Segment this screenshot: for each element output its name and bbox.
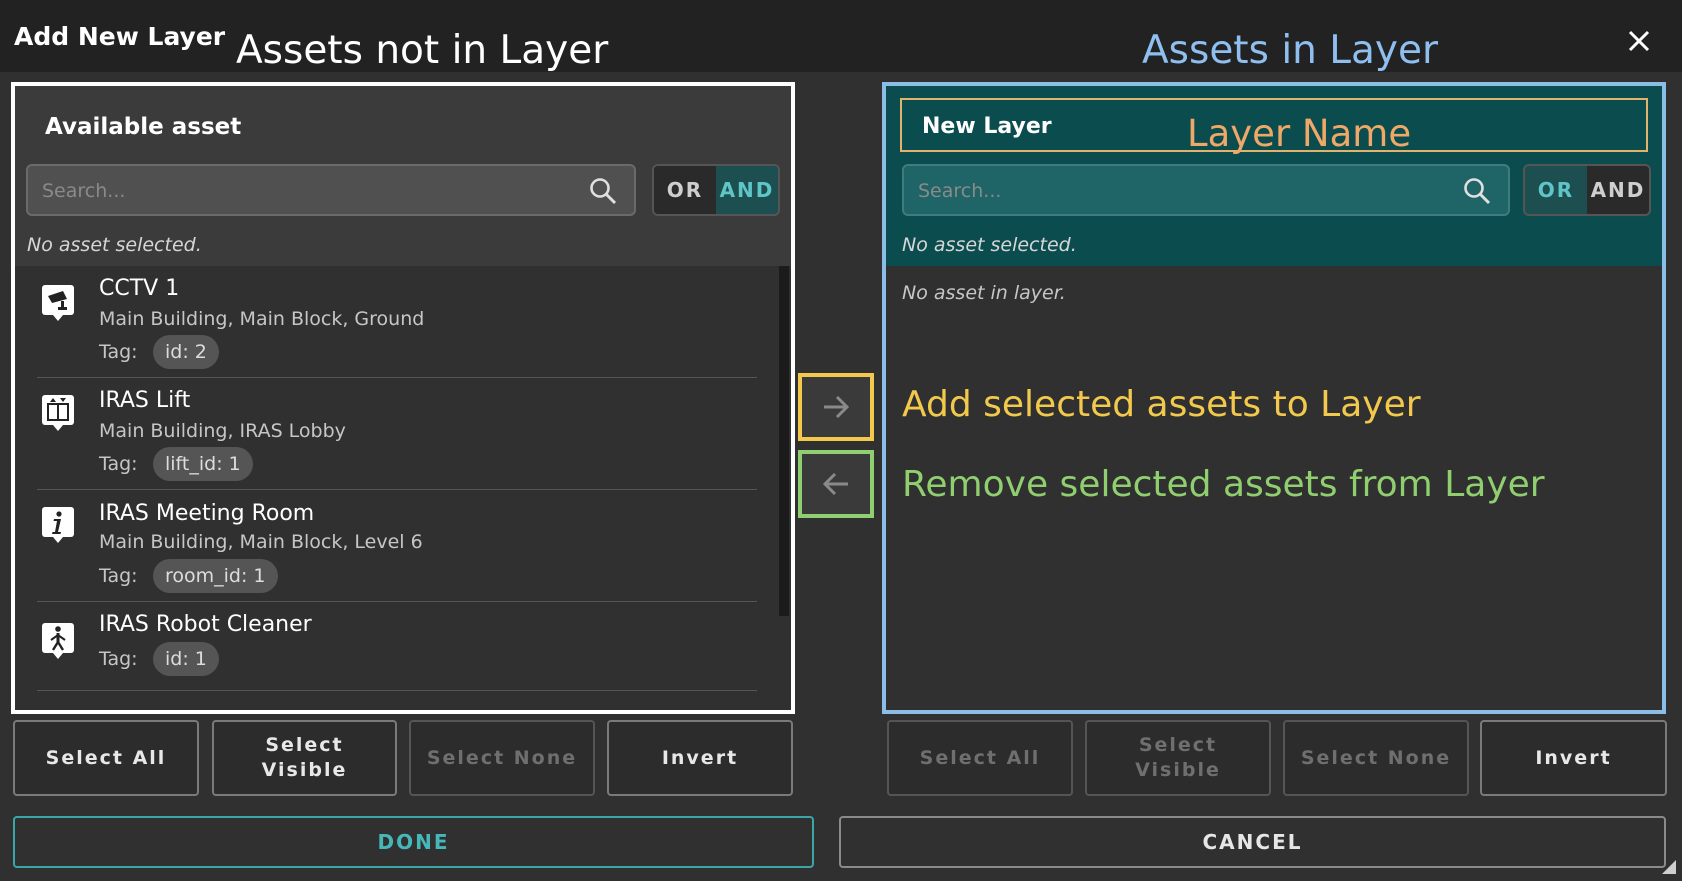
available-assets-filter-toggle: OR AND — [652, 164, 780, 216]
asset-name: CCTV 1 — [99, 276, 179, 301]
right-select-none-button[interactable]: Select None — [1283, 720, 1469, 796]
right-select-all-button[interactable]: Select All — [887, 720, 1073, 796]
available-assets-search-input[interactable] — [40, 166, 584, 216]
list-divider — [37, 690, 757, 691]
annotation-add-assets: Add selected assets to Layer — [902, 384, 1421, 425]
layer-assets-search — [902, 164, 1510, 216]
asset-tag-chip: id: 1 — [153, 642, 219, 676]
info-icon — [41, 506, 75, 544]
left-select-visible-button[interactable]: Select Visible — [212, 720, 397, 796]
or-toggle-button[interactable]: OR — [654, 166, 716, 214]
list-item[interactable]: IRAS Meeting Room Main Building, Main Bl… — [15, 490, 755, 602]
search-icon[interactable] — [588, 176, 618, 206]
close-button[interactable] — [1618, 20, 1660, 62]
annotation-remove-assets: Remove selected assets from Layer — [902, 464, 1545, 505]
cancel-button[interactable]: CANCEL — [839, 816, 1666, 868]
layer-name-field: Layer Name — [900, 98, 1648, 152]
left-select-none-button[interactable]: Select None — [409, 720, 595, 796]
annotation-assets-in-layer: Assets in Layer — [1142, 28, 1438, 73]
asset-name: IRAS Lift — [99, 388, 190, 413]
asset-tag-label: Tag: — [99, 453, 138, 475]
layer-name-input[interactable] — [920, 100, 1224, 152]
remove-from-layer-button[interactable] — [798, 450, 874, 518]
list-item[interactable]: CCTV 1 Main Building, Main Block, Ground… — [15, 266, 755, 378]
cctv-camera-icon — [41, 284, 75, 322]
elevator-icon — [41, 394, 75, 432]
layer-assets-search-input[interactable] — [916, 166, 1460, 216]
and-toggle-button[interactable]: AND — [1587, 166, 1649, 214]
add-to-layer-button[interactable] — [798, 373, 874, 441]
and-toggle-button[interactable]: AND — [716, 166, 778, 214]
or-toggle-button[interactable]: OR — [1525, 166, 1587, 214]
list-item[interactable]: IRAS Lift Main Building, IRAS Lobby Tag:… — [15, 378, 755, 490]
asset-location: Main Building, IRAS Lobby — [99, 420, 346, 442]
left-select-all-button[interactable]: Select All — [13, 720, 199, 796]
left-invert-button[interactable]: Invert — [607, 720, 793, 796]
asset-tag-chip: room_id: 1 — [153, 559, 278, 593]
asset-list-scrollbar[interactable] — [779, 266, 789, 616]
asset-tag-label: Tag: — [99, 648, 138, 670]
search-icon[interactable] — [1462, 176, 1492, 206]
asset-location: Main Building, Main Block, Ground — [99, 308, 424, 330]
person-icon — [41, 622, 75, 660]
asset-tag-label: Tag: — [99, 565, 138, 587]
layer-assets-panel: Layer Name OR AND No asset selected. No … — [882, 82, 1666, 714]
resize-handle-icon[interactable] — [1662, 860, 1676, 874]
available-asset-list: CCTV 1 Main Building, Main Block, Ground… — [15, 266, 795, 714]
asset-name: IRAS Meeting Room — [99, 501, 314, 526]
available-assets-panel: Available asset OR AND No asset selected… — [11, 82, 795, 714]
dialog-title: Add New Layer — [14, 22, 225, 51]
available-selection-status: No asset selected. — [27, 234, 202, 256]
asset-name: IRAS Robot Cleaner — [99, 612, 312, 637]
asset-location: Main Building, Main Block, Level 6 — [99, 531, 423, 553]
right-select-visible-button[interactable]: Select Visible — [1085, 720, 1271, 796]
asset-tag-label: Tag: — [99, 341, 138, 363]
right-invert-button[interactable]: Invert — [1480, 720, 1667, 796]
available-assets-search — [26, 164, 636, 216]
arrow-right-icon — [819, 390, 853, 424]
asset-tag-chip: id: 2 — [153, 335, 219, 369]
arrow-left-icon — [819, 467, 853, 501]
layer-empty-message: No asset in layer. — [902, 282, 1066, 304]
asset-tag-chip: lift_id: 1 — [153, 447, 253, 481]
done-button[interactable]: DONE — [13, 816, 814, 868]
available-assets-heading: Available asset — [45, 114, 241, 140]
layer-assets-filter-toggle: OR AND — [1523, 164, 1651, 216]
layer-selection-status: No asset selected. — [902, 234, 1077, 256]
list-item[interactable]: IRAS Robot Cleaner Tag: id: 1 — [15, 602, 755, 690]
annotation-layer-name: Layer Name — [1187, 112, 1411, 155]
annotation-assets-not-in-layer: Assets not in Layer — [236, 28, 608, 73]
close-icon — [1618, 20, 1660, 62]
